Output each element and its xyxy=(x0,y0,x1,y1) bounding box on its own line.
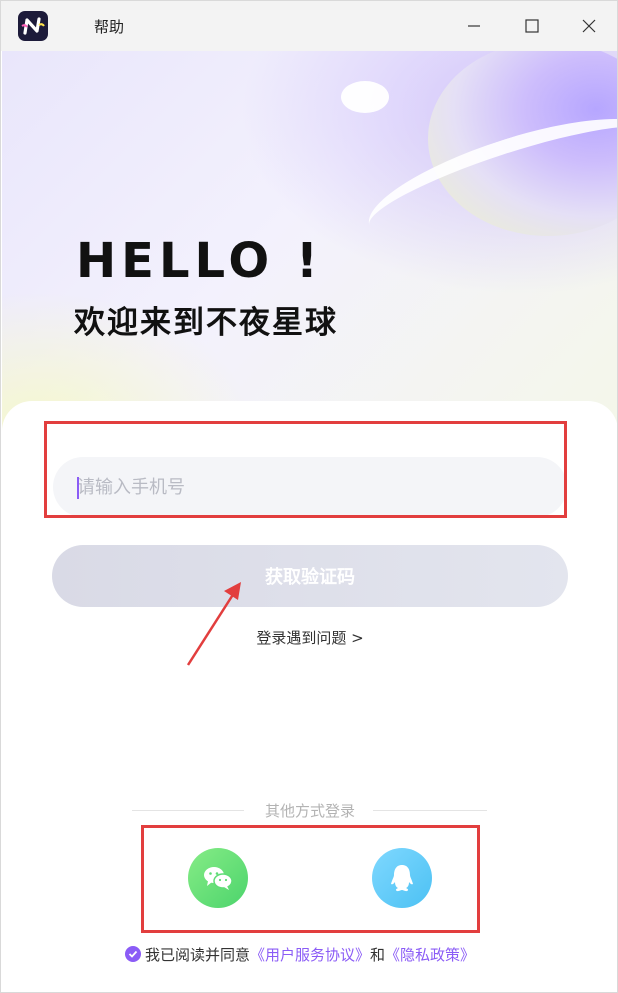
login-help-link[interactable]: 登录遇到问题 > xyxy=(1,627,617,648)
maximize-button[interactable] xyxy=(517,11,547,41)
privacy-policy-link[interactable]: 《隐私政策》 xyxy=(385,944,475,965)
check-icon xyxy=(128,950,138,958)
maximize-icon xyxy=(525,19,539,33)
hello-heading: HELLO ! xyxy=(76,233,323,289)
wechat-icon xyxy=(204,867,233,890)
wechat-login-button[interactable] xyxy=(188,848,248,908)
annotation-arrow-icon xyxy=(186,582,241,666)
user-agreement-link[interactable]: 《用户服务协议》 xyxy=(250,944,370,965)
moon-illustration xyxy=(341,81,389,113)
close-button[interactable] xyxy=(574,11,604,41)
welcome-heading: 欢迎来到不夜星球 xyxy=(74,305,338,341)
text-cursor xyxy=(77,477,79,499)
close-icon xyxy=(582,19,596,33)
hero-banner: HELLO ! 欢迎来到不夜星球 xyxy=(2,51,617,441)
title-bar: 帮助 xyxy=(1,1,617,51)
agreement-and: 和 xyxy=(370,945,386,964)
window-title: 帮助 xyxy=(94,18,125,36)
other-login-label: 其他方式登录 xyxy=(264,802,355,820)
agreement-prefix: 我已阅读并同意 xyxy=(145,945,251,964)
app-logo-icon xyxy=(18,11,48,41)
divider-right xyxy=(373,810,487,811)
qq-login-button[interactable] xyxy=(372,848,432,908)
agree-checkbox[interactable] xyxy=(125,946,141,962)
phone-input[interactable] xyxy=(53,457,567,517)
agreement-row: 我已阅读并同意 《用户服务协议》 和 《隐私政策》 xyxy=(125,943,475,965)
login-window: 帮助 HELLO ! 欢迎来到不夜星球 获取验证码 登录遇到问题 > 其他方式登… xyxy=(0,0,618,993)
minimize-icon xyxy=(468,25,480,27)
minimize-button[interactable] xyxy=(459,11,489,41)
qq-icon xyxy=(391,865,413,892)
get-code-button[interactable]: 获取验证码 xyxy=(52,545,568,607)
